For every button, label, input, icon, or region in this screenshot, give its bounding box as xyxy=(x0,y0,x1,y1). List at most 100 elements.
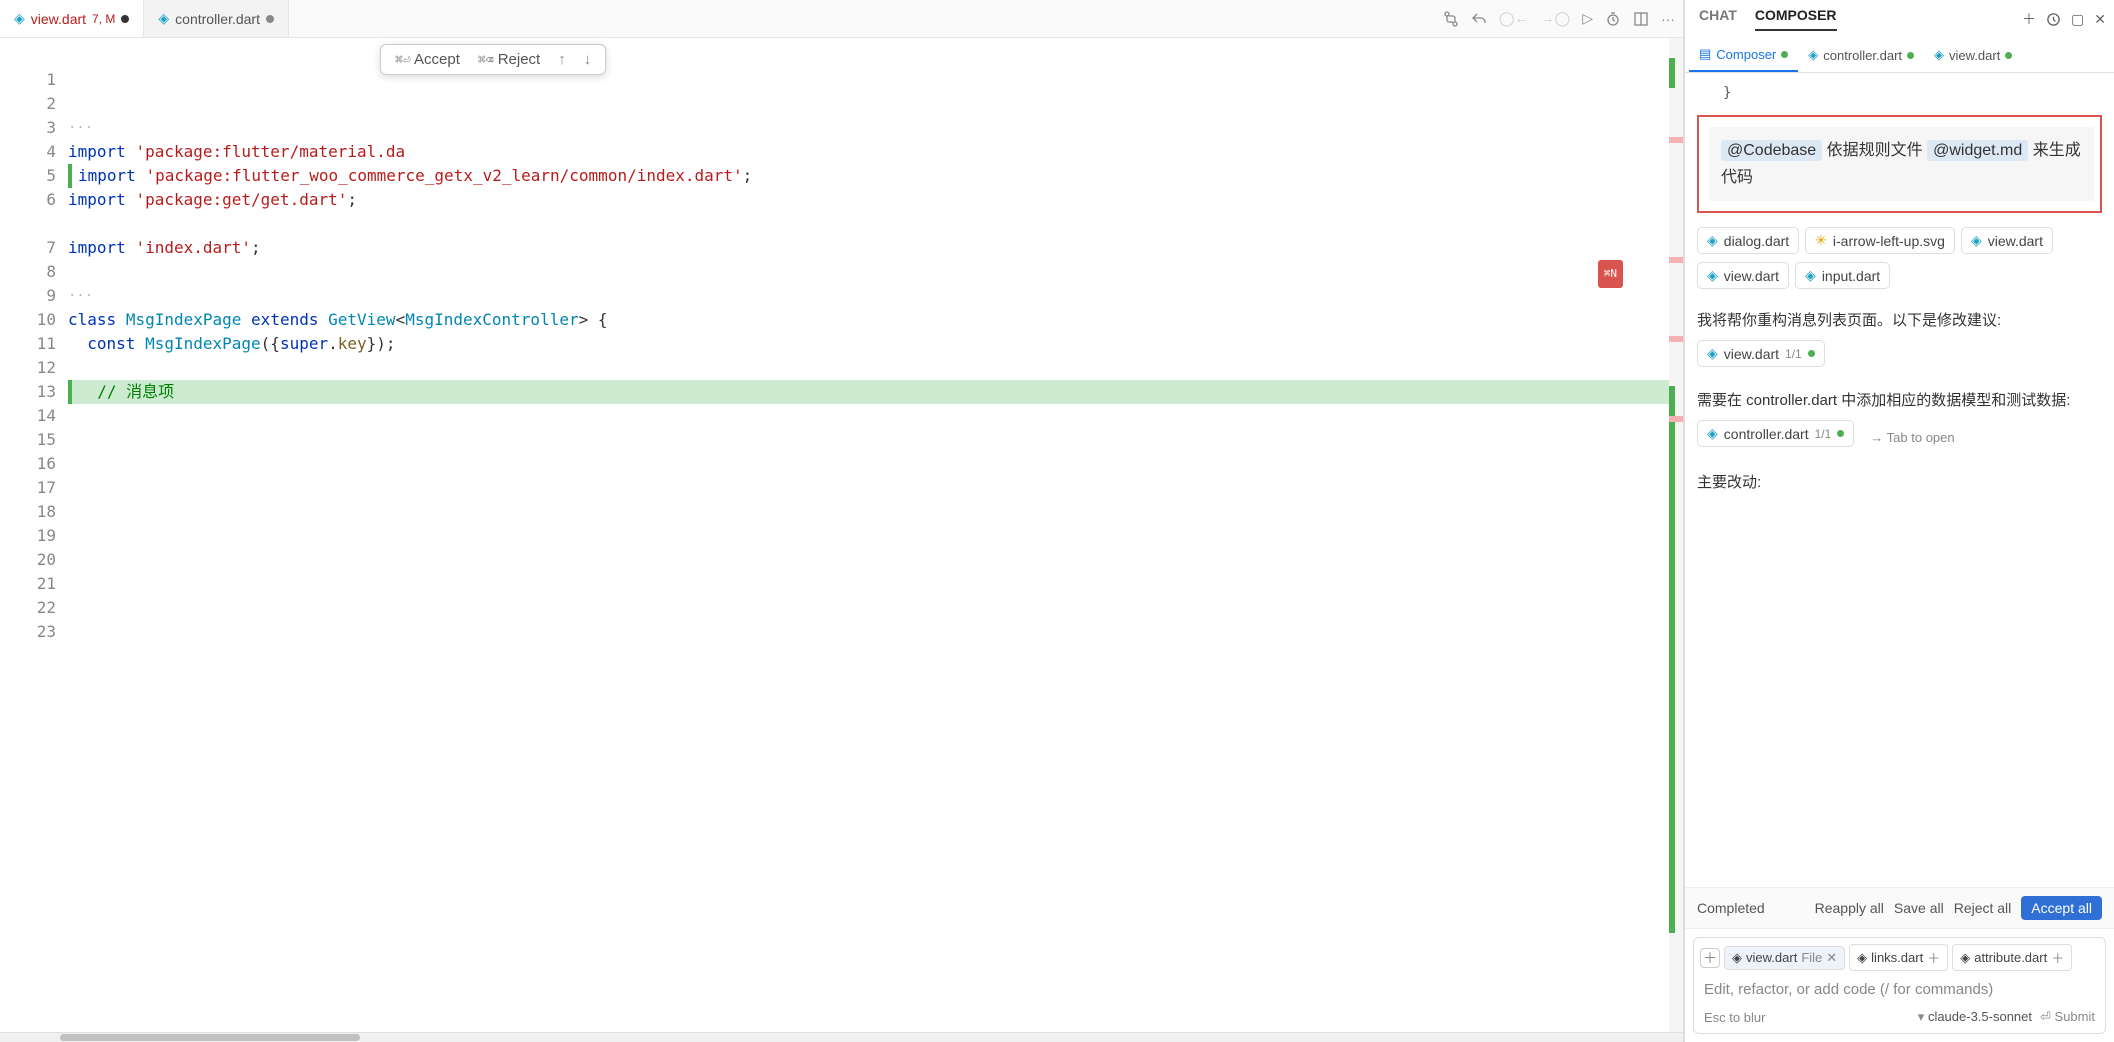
prompt-text: 依据规则文件 xyxy=(1827,142,1923,159)
codebase-chip[interactable]: @Codebase xyxy=(1721,140,1822,161)
step-forward-icon[interactable]: →◯ xyxy=(1541,10,1571,27)
code-line[interactable]: // 消息项 xyxy=(68,380,1669,404)
new-composer-icon[interactable]: ＋ xyxy=(2022,9,2036,29)
dart-icon: ◈ xyxy=(1971,232,1982,249)
add-icon[interactable]: ＋ xyxy=(1927,948,1940,967)
reapply-all-button[interactable]: Reapply all xyxy=(1815,900,1884,916)
tab-filename: view.dart xyxy=(31,11,86,27)
undo-icon[interactable] xyxy=(1471,11,1487,27)
context-file-tab[interactable]: ◈view.dart File ✕ xyxy=(1724,946,1845,970)
minimap[interactable] xyxy=(1669,38,1683,1032)
svg-icon: ✳ xyxy=(1815,232,1827,249)
code-line[interactable] xyxy=(68,260,1669,284)
dart-icon: ◈ xyxy=(1805,267,1816,284)
maximize-icon[interactable]: ▢ xyxy=(2071,11,2084,28)
dart-icon: ◈ xyxy=(1707,232,1718,249)
code-line[interactable]: ··· xyxy=(68,284,1669,308)
reject-all-button[interactable]: Reject all xyxy=(1954,900,2012,916)
more-icon[interactable]: ··· xyxy=(1661,11,1675,27)
reference-pill[interactable]: ◈view.dart xyxy=(1961,227,2053,254)
submit-button[interactable]: ⏎ Submit xyxy=(2040,1009,2095,1025)
editor-body[interactable]: 1234567891011121314151617181920212223 ⌘N… xyxy=(0,38,1683,1032)
composer-sub-tab[interactable]: ◈view.dart xyxy=(1924,38,2022,72)
esc-hint: Esc to blur xyxy=(1704,1010,1765,1025)
add-context-button[interactable]: ＋ xyxy=(1700,948,1720,968)
reference-pill[interactable]: ◈input.dart xyxy=(1795,262,1890,289)
save-all-button[interactable]: Save all xyxy=(1894,900,1944,916)
modified-dot-icon xyxy=(121,15,129,23)
status-dot-icon xyxy=(1781,51,1788,58)
prompt-box: @Codebase 依据规则文件 @widget.md 来生成代码 xyxy=(1697,115,2102,213)
status-dot-icon xyxy=(1907,52,1914,59)
pill-label: controller.dart xyxy=(1724,426,1809,442)
status-dot-icon xyxy=(1837,430,1844,437)
composer-tab[interactable]: COMPOSER xyxy=(1755,7,1837,31)
dart-icon: ◈ xyxy=(1934,47,1944,63)
editor-tab-controller[interactable]: ◈ controller.dart xyxy=(144,0,289,37)
history-icon[interactable] xyxy=(2046,11,2061,28)
chat-tab[interactable]: CHAT xyxy=(1699,7,1737,31)
accept-all-button[interactable]: Accept all xyxy=(2021,896,2102,920)
composer-sub-tab[interactable]: ▤Composer xyxy=(1689,38,1798,72)
code-area[interactable]: ⌘N ···import 'package:flutter/material.d… xyxy=(68,38,1669,1032)
code-line[interactable]: ··· xyxy=(68,116,1669,140)
composer-sub-tabs: ▤Composer◈controller.dart◈view.dart xyxy=(1685,38,2114,73)
status-dot-icon xyxy=(1808,350,1815,357)
file-result-pill[interactable]: ◈ controller.dart 1/1 xyxy=(1697,420,1854,447)
dart-icon: ◈ xyxy=(1857,950,1867,966)
editor-toolbar: ◯← →◯ ▷ ··· xyxy=(1443,10,1675,27)
input-context-tabs: ＋ ◈view.dart File ✕◈links.dart ＋◈attribu… xyxy=(1694,938,2105,973)
dart-icon: ◈ xyxy=(1808,47,1818,63)
reference-pill[interactable]: ◈dialog.dart xyxy=(1697,227,1799,254)
run-icon[interactable]: ▷ xyxy=(1582,10,1593,27)
code-line[interactable]: import 'package:get/get.dart'; xyxy=(68,188,1669,212)
model-selector[interactable]: ▾ claude-3.5-sonnet xyxy=(1918,1009,2032,1025)
dart-icon: ◈ xyxy=(158,10,169,27)
close-icon[interactable]: ✕ xyxy=(2094,11,2106,28)
code-line[interactable]: class MsgIndexPage extends GetView<MsgIn… xyxy=(68,308,1669,332)
composer-input-area: ＋ ◈view.dart File ✕◈links.dart ＋◈attribu… xyxy=(1693,937,2106,1034)
split-editor-icon[interactable] xyxy=(1633,11,1649,27)
pill-count: 1/1 xyxy=(1785,347,1802,361)
composer-icon: ▤ xyxy=(1699,46,1711,62)
scrollbar-thumb[interactable] xyxy=(60,1034,360,1041)
add-icon[interactable]: ＋ xyxy=(2051,948,2064,967)
inline-shortcut-badge: ⌘N xyxy=(1598,260,1623,288)
composer-sub-tab[interactable]: ◈controller.dart xyxy=(1798,38,1924,72)
editor-tab-view[interactable]: ◈ view.dart 7, M xyxy=(0,0,144,37)
file-result-pill[interactable]: ◈ view.dart 1/1 xyxy=(1697,340,1825,367)
code-line[interactable]: import 'package:flutter/material.da xyxy=(68,140,1669,164)
tab-filename: controller.dart xyxy=(175,11,260,27)
code-line[interactable] xyxy=(68,356,1669,380)
context-file-tab[interactable]: ◈links.dart ＋ xyxy=(1849,944,1948,971)
close-icon[interactable]: ✕ xyxy=(1826,950,1837,966)
status-dot-icon xyxy=(2005,52,2012,59)
step-back-icon[interactable]: ◯← xyxy=(1499,10,1529,27)
dart-icon: ◈ xyxy=(1960,950,1970,966)
reference-pill[interactable]: ✳i-arrow-left-up.svg xyxy=(1805,227,1955,254)
context-file-tab[interactable]: ◈attribute.dart ＋ xyxy=(1952,944,2072,971)
reference-pills-row: ◈view.dart◈input.dart xyxy=(1697,262,2102,297)
timer-icon[interactable] xyxy=(1605,11,1621,27)
horizontal-scrollbar[interactable] xyxy=(0,1032,1683,1042)
pill-count: 1/1 xyxy=(1815,427,1832,441)
modified-dot-icon xyxy=(266,15,274,23)
composer-input[interactable]: Edit, refactor, or add code (/ for comma… xyxy=(1694,973,2105,1003)
code-line[interactable] xyxy=(68,212,1669,236)
widget-md-chip[interactable]: @widget.md xyxy=(1927,140,2028,161)
dart-icon: ◈ xyxy=(1707,425,1718,442)
code-line[interactable]: import 'index.dart'; xyxy=(68,236,1669,260)
git-compare-icon[interactable] xyxy=(1443,11,1459,27)
composer-body[interactable]: } @Codebase 依据规则文件 @widget.md 来生成代码 ◈dia… xyxy=(1685,73,2114,887)
response-text: 需要在 controller.dart 中添加相应的数据模型和测试数据: xyxy=(1697,389,2102,410)
code-snippet-tail: } xyxy=(1697,81,2102,109)
code-line[interactable]: const MsgIndexPage({super.key}); xyxy=(68,332,1669,356)
editor-tab-bar: ◈ view.dart 7, M ◈ controller.dart ◯← →◯… xyxy=(0,0,1683,38)
reference-pill[interactable]: ◈view.dart xyxy=(1697,262,1789,289)
action-row: Completed Reapply all Save all Reject al… xyxy=(1685,887,2114,929)
code-line[interactable]: import 'package:flutter_woo_commerce_get… xyxy=(68,164,1669,188)
status-label: Completed xyxy=(1697,900,1765,916)
line-gutter: 1234567891011121314151617181920212223 xyxy=(0,38,68,1032)
composer-header: CHAT COMPOSER ＋ ▢ ✕ xyxy=(1685,0,2114,38)
tab-badge: 7, M xyxy=(92,12,115,26)
